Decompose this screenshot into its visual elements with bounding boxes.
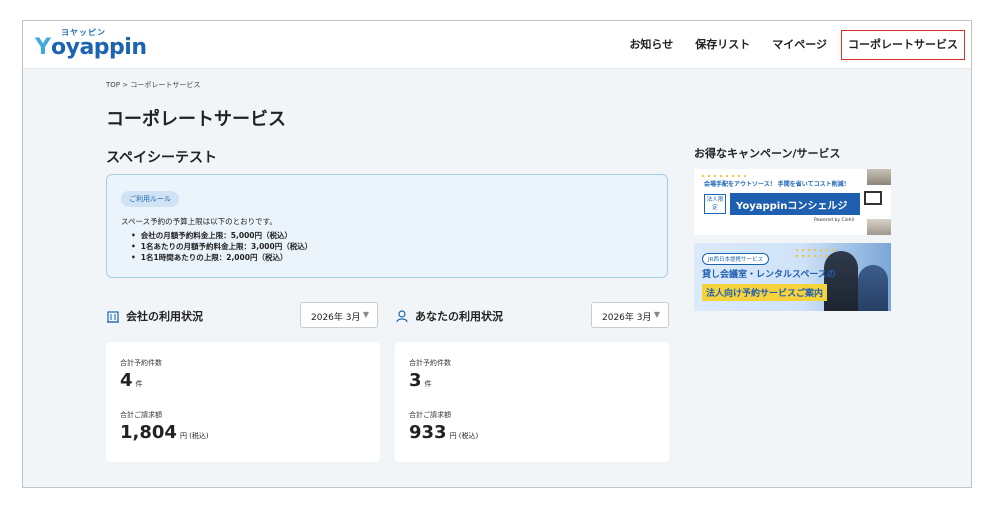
company-count-unit: 件 [135,380,143,388]
logo-initial: Y [35,35,51,60]
my-count: 3件 [409,370,432,391]
campaign-title: お得なキャンペーン/サービス [694,147,841,160]
banner1-top-text: 会場手配をアウトソース！ 手間を省いてコスト削減！ [704,181,850,188]
banner2-line2: 法人向け予約サービスご案内 [702,284,828,301]
company-usage-header: 会社の利用状況 [106,302,203,330]
my-amount: 933 円 (税込) [409,422,478,443]
monitor-icon [864,191,882,205]
banner1-powered: Powered by Ciehil [814,218,855,223]
chevron-down-icon: ▼ [653,310,660,319]
my-amount-label: 合計ご請求額 [409,411,451,419]
my-usage-title: あなたの利用状況 [415,310,503,323]
my-count-unit: 件 [424,380,432,388]
office-photo [867,169,891,185]
logo-word: oyappin [51,35,147,60]
my-usage-header: あなたの利用状況 [395,302,503,330]
page-title: コーポレートサービス [106,109,286,130]
nav-my-page[interactable]: マイページ [772,31,827,59]
company-name-title: スペイシーテスト [106,150,218,166]
businesswoman-photo [858,265,888,311]
my-amount-unit: 円 (税込) [449,432,479,440]
rule-item: 会社の月額予約料金上限：5,000円（税込） [131,230,312,241]
company-month-select[interactable]: 2026年 3月 ▼ [300,302,378,328]
concierge-banner[interactable]: 会場手配をアウトソース！ 手間を省いてコスト削減！ 法人限定 Yoyappinコ… [694,169,891,235]
my-count-label: 合計予約件数 [409,359,451,367]
rule-item: 1名あたりの月額予約料金上限：3,000円（税込） [131,241,312,252]
rule-item: 1名1時間あたりの上限：2,000円（税込） [131,252,312,263]
banner1-tag: 法人限定 [704,194,726,214]
nav-notifications[interactable]: お知らせ [629,31,673,59]
company-usage-card: 合計予約件数 4件 合計ご請求額 1,804 円 (税込) [106,342,380,462]
company-count-value: 4 [120,370,133,391]
company-usage-title: 会社の利用状況 [126,310,203,323]
my-usage-card: 合計予約件数 3件 合計ご請求額 933 円 (税込) [395,342,669,462]
my-count-value: 3 [409,370,422,391]
banner2-tag: JR西日本提携サービス [702,253,769,265]
yoyappin-logo[interactable]: ヨヤッピン Y oyappin [33,27,153,63]
company-count: 4件 [120,370,143,391]
rules-badge: ご利用ルール [121,191,179,207]
company-amount-label: 合計ご請求額 [120,411,162,419]
rules-list: 会社の月額予約料金上限：5,000円（税込） 1名あたりの月額予約料金上限：3,… [131,230,312,263]
chevron-down-icon: ▼ [362,310,369,319]
company-month-value: 2026年 3月 [311,313,361,323]
my-month-select[interactable]: 2026年 3月 ▼ [591,302,669,328]
main-nav: お知らせ 保存リスト マイページ コーポレートサービス [607,30,965,60]
jr-west-banner[interactable]: JR西日本提携サービス 貸し会議室・レンタルスペースの 法人向け予約サービスご案… [694,243,891,311]
rules-intro: スペース予約の予算上限は以下のとおりです。 [121,217,277,226]
my-month-value: 2026年 3月 [602,313,652,323]
businessman-photo [824,251,858,311]
banner2-line1: 貸し会議室・レンタルスペースの [702,270,836,280]
company-amount-value: 1,804 [120,422,177,443]
nav-saved-list[interactable]: 保存リスト [695,31,750,59]
office-photo [867,219,891,235]
nav-corporate-service[interactable]: コーポレートサービス [841,30,965,60]
usage-rules-box: ご利用ルール スペース予約の予算上限は以下のとおりです。 会社の月額予約料金上限… [106,174,668,278]
banner1-main: Yoyappinコンシェルジュ [730,193,860,227]
building-icon [107,311,119,323]
company-count-label: 合計予約件数 [120,359,162,367]
person-icon [396,310,408,323]
breadcrumb[interactable]: TOP > コーポレートサービス [106,80,200,90]
company-amount: 1,804 円 (税込) [120,422,209,443]
my-amount-value: 933 [409,422,447,443]
browser-frame: ヨヤッピン Y oyappin お知らせ 保存リスト マイページ コーポレートサ… [22,20,972,488]
site-header: ヨヤッピン Y oyappin お知らせ 保存リスト マイページ コーポレートサ… [23,21,971,69]
company-amount-unit: 円 (税込) [179,432,209,440]
